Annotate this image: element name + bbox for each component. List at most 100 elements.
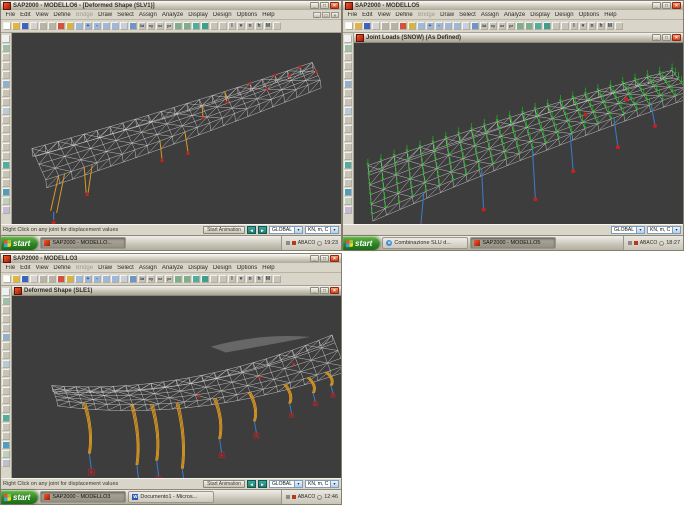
menu-design[interactable]: Design (210, 265, 234, 271)
menu-select[interactable]: Select (457, 12, 479, 18)
snap-intersections-icon[interactable] (2, 179, 10, 187)
save-model-icon[interactable] (363, 22, 371, 30)
snap-midpoints-icon[interactable] (2, 423, 10, 431)
zoom-rubber-band-icon[interactable] (75, 275, 83, 283)
minimize-button[interactable]: _ (310, 255, 319, 262)
view-3d-icon[interactable]: 3d (138, 275, 146, 283)
draw-shell-icon[interactable] (2, 89, 10, 97)
coordinate-system-select[interactable]: GLOBAL ▼ (611, 226, 645, 234)
menu-bridge[interactable]: Bridge (73, 12, 95, 18)
menu-help[interactable]: Help (602, 12, 619, 18)
undo-icon[interactable] (381, 22, 389, 30)
refresh-window-icon[interactable] (57, 275, 65, 283)
close-button[interactable]: × (330, 2, 339, 9)
view-xy-icon[interactable]: xy (489, 22, 497, 30)
snap-intersections-icon[interactable] (2, 432, 10, 440)
taskbar-task[interactable]: SAP2000 - MODELLO... (40, 237, 126, 249)
coordinate-system-select[interactable]: GLOBAL ▼ (269, 480, 303, 488)
zoom-out-icon[interactable]: - (435, 22, 443, 30)
more-tools-icon[interactable] (615, 22, 623, 30)
child-restore-button[interactable]: □ (662, 34, 671, 41)
previous-selection-icon[interactable] (2, 143, 10, 151)
abaco-tray-icon[interactable] (634, 241, 638, 245)
model-viewport-joint-loads-snow[interactable] (354, 43, 683, 224)
start-button[interactable]: start (1, 236, 38, 250)
draw-joint-icon[interactable] (2, 53, 10, 61)
print-icon[interactable] (372, 22, 380, 30)
snap-joints-icon[interactable] (2, 161, 10, 169)
close-button[interactable]: × (330, 255, 339, 262)
undo-icon[interactable] (39, 275, 47, 283)
taskbar-task[interactable]: SAP2000 - MODELLO3 (40, 491, 126, 503)
select-line-icon[interactable] (344, 125, 352, 133)
next-step-button[interactable]: ► (258, 226, 267, 234)
new-model-icon[interactable] (3, 275, 11, 283)
assign-display-icon[interactable] (561, 22, 569, 30)
save-model-icon[interactable] (21, 22, 29, 30)
more-dropdown-icon[interactable]: ▾ (237, 275, 245, 283)
rotate-right-icon[interactable] (183, 275, 191, 283)
zoom-in-icon[interactable]: + (426, 22, 434, 30)
snap-intersections-icon[interactable] (344, 179, 352, 187)
title-bar[interactable]: SAP2000 - MODELLO5 _ □ × (343, 1, 683, 10)
refresh-window-icon[interactable] (57, 22, 65, 30)
flip-view-icon[interactable] (344, 188, 352, 196)
menu-options[interactable]: Options (576, 12, 602, 18)
tray-icon[interactable] (628, 241, 632, 245)
pointer-select-icon[interactable] (2, 35, 10, 43)
menu-assign[interactable]: Assign (136, 12, 159, 18)
menu-select[interactable]: Select (115, 265, 137, 271)
start-button[interactable]: start (343, 236, 380, 250)
child-close-button[interactable]: × (672, 34, 681, 41)
pan-icon[interactable] (462, 22, 470, 30)
clear-selection-icon[interactable] (344, 152, 352, 160)
menu-edit[interactable]: Edit (18, 265, 33, 271)
zoom-previous-icon[interactable] (111, 275, 119, 283)
mdi-restore-button[interactable]: □ (322, 12, 330, 18)
maximize-button[interactable]: □ (320, 2, 329, 9)
units-select[interactable]: KN, m, C ▼ (305, 226, 339, 234)
quick-draw-frame-icon[interactable] (344, 71, 352, 79)
redo-icon[interactable] (48, 275, 56, 283)
pan-icon[interactable] (120, 22, 128, 30)
draw-shell-icon[interactable] (2, 342, 10, 350)
show-axes-icon[interactable] (2, 206, 10, 214)
deselect-icon[interactable] (2, 387, 10, 395)
menu-help[interactable]: Help (260, 12, 277, 18)
shrink-objects-icon[interactable] (192, 275, 200, 283)
select-poly-icon[interactable] (2, 369, 10, 377)
deselect-icon[interactable] (344, 134, 352, 142)
menu-design[interactable]: Design (552, 12, 576, 18)
lock-model-icon[interactable] (66, 22, 74, 30)
clear-selection-icon[interactable] (2, 152, 10, 160)
shrink-objects-icon[interactable] (534, 22, 542, 30)
more-tools-icon[interactable] (273, 22, 281, 30)
reshape-object-icon[interactable] (344, 44, 352, 52)
start-animation-button[interactable]: Start Animation (203, 480, 245, 488)
lock-model-icon[interactable] (66, 275, 74, 283)
perspective-toggle-icon[interactable] (129, 22, 137, 30)
previous-selection-icon[interactable] (344, 143, 352, 151)
rotate-left-icon[interactable] (174, 22, 182, 30)
quick-draw-braces-icon[interactable] (2, 80, 10, 88)
volume-icon[interactable] (317, 241, 322, 246)
view-3d-icon[interactable]: 3d (480, 22, 488, 30)
open-file-icon[interactable] (12, 22, 20, 30)
set-display-options-icon[interactable] (201, 22, 209, 30)
close-button[interactable]: × (672, 2, 681, 9)
select-line-icon[interactable] (2, 125, 10, 133)
menu-draw[interactable]: Draw (438, 12, 457, 18)
redo-icon[interactable] (390, 22, 398, 30)
zoom-in-icon[interactable]: + (84, 275, 92, 283)
quick-draw-braces-icon[interactable] (344, 80, 352, 88)
perspective-toggle-icon[interactable] (129, 275, 137, 283)
select-line-icon[interactable] (2, 378, 10, 386)
lock-model-icon[interactable] (408, 22, 416, 30)
view-xz-icon[interactable]: xz (156, 275, 164, 283)
print-icon[interactable] (30, 275, 38, 283)
volume-icon[interactable] (659, 241, 664, 246)
menu-draw[interactable]: Draw (96, 265, 115, 271)
title-bar[interactable]: SAP2000 - MODELLO6 - [Deformed Shape (SL… (1, 1, 341, 10)
draw-joint-icon[interactable] (344, 53, 352, 61)
reshape-object-icon[interactable] (2, 44, 10, 52)
